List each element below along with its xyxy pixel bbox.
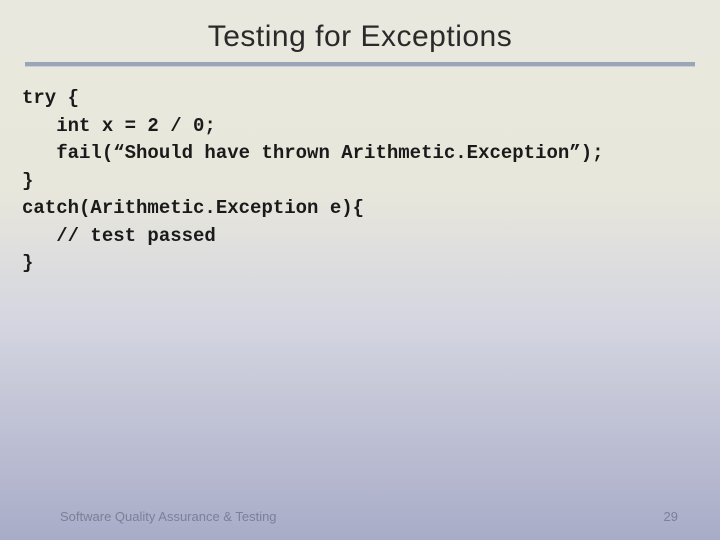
code-block: try { int x = 2 / 0; fail(“Should have t… [0,67,720,278]
slide-title: Testing for Exceptions [0,0,720,62]
page-number: 29 [664,509,678,524]
footer-text: Software Quality Assurance & Testing [60,509,277,524]
slide: Testing for Exceptions try { int x = 2 /… [0,0,720,540]
